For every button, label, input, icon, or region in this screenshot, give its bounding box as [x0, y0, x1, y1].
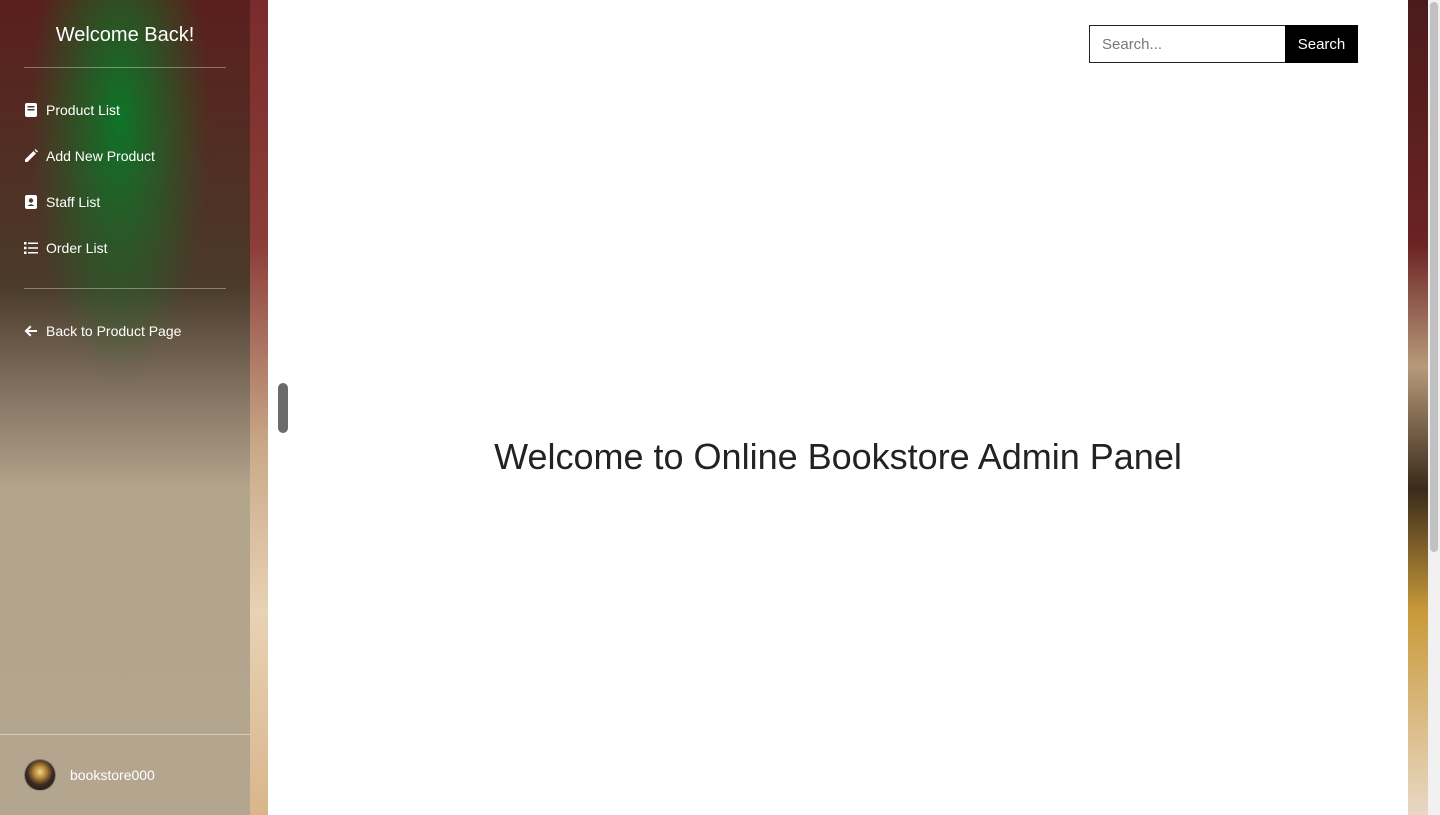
sidebar-divider-bottom: [0, 734, 250, 735]
background-strip-right: [1408, 0, 1428, 815]
sidebar-item-label: Add New Product: [46, 148, 155, 164]
sidebar: Welcome Back! Product List Add New Produ…: [0, 0, 250, 815]
list-icon: [24, 241, 38, 255]
main-panel: Search Welcome to Online Bookstore Admin…: [268, 0, 1408, 815]
search-form: Search: [1089, 25, 1358, 63]
sidebar-item-product-list[interactable]: Product List: [24, 100, 120, 120]
back-to-product-page-link[interactable]: Back to Product Page: [24, 321, 181, 341]
sidebar-item-label: Product List: [46, 102, 120, 118]
arrow-left-icon: [24, 324, 38, 338]
sidebar-title: Welcome Back!: [55, 24, 195, 46]
search-button[interactable]: Search: [1285, 25, 1358, 63]
user-profile[interactable]: bookstore000: [24, 759, 155, 791]
page-title: Welcome to Online Bookstore Admin Panel: [494, 436, 1182, 477]
page-scrollbar-thumb[interactable]: [1430, 2, 1438, 552]
resize-handle[interactable]: [278, 383, 288, 433]
pencil-icon: [24, 149, 38, 163]
sidebar-item-staff-list[interactable]: Staff List: [24, 192, 100, 212]
username: bookstore000: [70, 767, 155, 783]
sidebar-item-add-new-product[interactable]: Add New Product: [24, 146, 155, 166]
sidebar-item-label: Order List: [46, 240, 108, 256]
sidebar-item-order-list[interactable]: Order List: [24, 238, 107, 258]
avatar: [24, 759, 56, 791]
background-strip-left: [250, 0, 268, 815]
sidebar-divider-middle: [24, 288, 226, 289]
sidebar-divider-top: [24, 67, 226, 68]
book-icon: [24, 103, 38, 117]
sidebar-item-label: Staff List: [46, 194, 101, 210]
back-label: Back to Product Page: [46, 323, 182, 339]
contact-card-icon: [24, 195, 38, 209]
search-input[interactable]: [1089, 25, 1285, 63]
